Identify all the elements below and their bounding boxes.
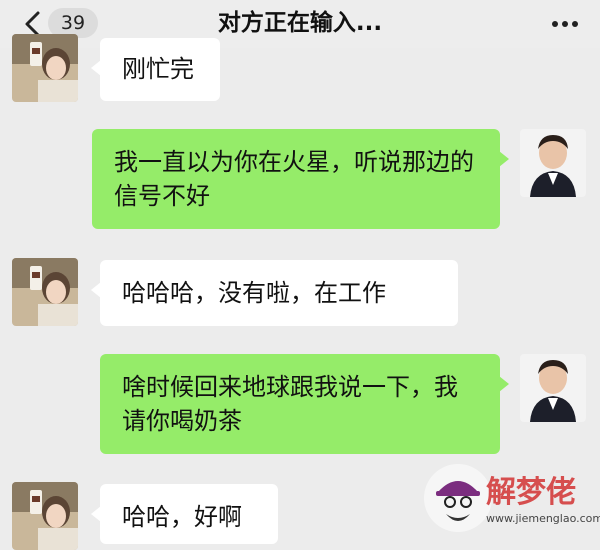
contact-avatar[interactable] <box>12 482 78 550</box>
chat-header: 39 对方正在输入... <box>0 0 600 48</box>
chat-title: 对方正在输入... <box>217 10 383 36</box>
watermark-name: 解梦佬 <box>486 475 576 510</box>
contact-avatar[interactable] <box>12 34 78 102</box>
message-bubble-outgoing[interactable]: 我一直以为你在火星，听说那边的信号不好 <box>92 129 509 229</box>
message-bubble-incoming[interactable]: 哈哈哈，没有啦，在工作 <box>91 260 458 326</box>
user-avatar[interactable] <box>520 354 586 422</box>
message-bubble-outgoing[interactable]: 啥时候回来地球跟我说一下，我请你喝奶茶 <box>100 354 509 454</box>
contact-avatar[interactable] <box>12 258 78 326</box>
user-avatar[interactable] <box>520 129 586 197</box>
message-bubble-incoming[interactable]: 刚忙完 <box>91 38 220 101</box>
more-dots-icon[interactable] <box>550 14 580 34</box>
message-bubble-incoming[interactable]: 哈哈，好啊 <box>91 484 278 544</box>
watermark-url: www.jiemenglao.com <box>486 512 600 525</box>
